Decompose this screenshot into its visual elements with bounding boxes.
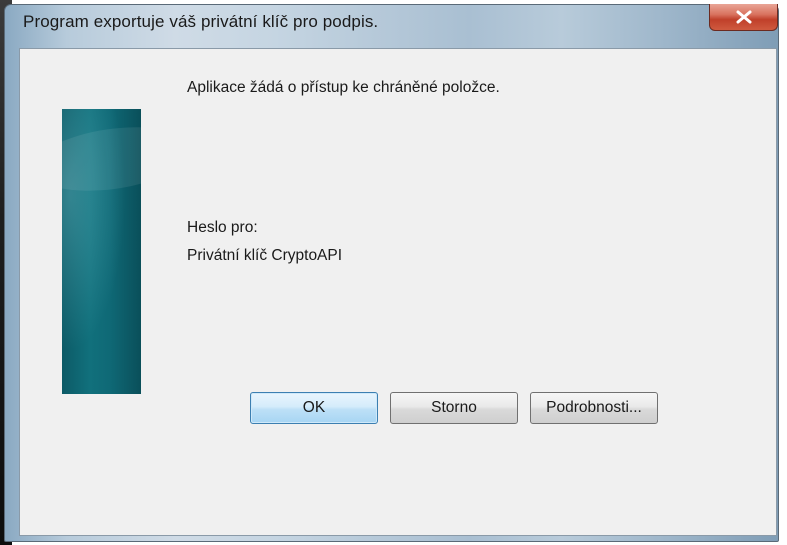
protected-item-name: Privátní klíč CryptoAPI (187, 247, 343, 264)
password-for-label: Heslo pro: (187, 219, 258, 236)
ok-button[interactable]: OK (250, 392, 378, 424)
dialog-banner-image (62, 109, 141, 394)
details-button[interactable]: Podrobnosti... (530, 392, 658, 424)
window-title: Program exportuje váš privátní klíč pro … (23, 12, 379, 31)
cancel-button[interactable]: Storno (390, 392, 518, 424)
dialog-window: Program exportuje váš privátní klíč pro … (0, 0, 787, 545)
close-button[interactable] (709, 4, 778, 31)
close-icon (735, 10, 753, 24)
access-request-message: Aplikace žádá o přístup ke chráněné polo… (187, 79, 500, 96)
dialog-client-area: Aplikace žádá o přístup ke chráněné polo… (19, 48, 777, 536)
